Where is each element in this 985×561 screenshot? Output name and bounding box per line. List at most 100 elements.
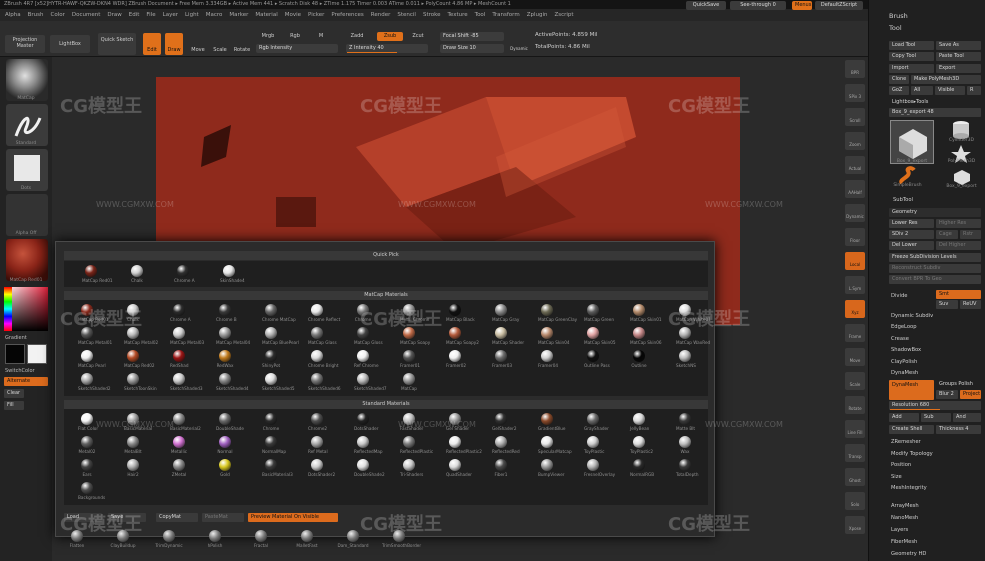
make-polymesh-button[interactable]: Make PolyMesh3D bbox=[911, 75, 981, 84]
material-cell[interactable]: GrayShader bbox=[584, 413, 609, 431]
higher-res-button[interactable]: Higher Res bbox=[936, 219, 981, 228]
material-cell[interactable]: MatCap Shader bbox=[492, 327, 524, 345]
material-cell[interactable]: DotsShader bbox=[354, 413, 378, 431]
material-cell[interactable]: RedShad bbox=[170, 350, 189, 368]
material-cell[interactable]: Tri-Shaders bbox=[400, 459, 423, 477]
brush-menu-title[interactable]: Brush bbox=[889, 12, 908, 21]
stroke-thumbnail[interactable] bbox=[6, 104, 48, 146]
menu-item-render[interactable]: Render bbox=[371, 12, 391, 18]
dynamesh-button[interactable]: DynaMesh bbox=[889, 380, 934, 400]
material-cell[interactable]: MatCap Red02 bbox=[124, 350, 155, 368]
material-cell[interactable]: MatCap Skin05 bbox=[584, 327, 616, 345]
material-cell[interactable]: Metal02 bbox=[78, 436, 96, 454]
clear-button[interactable]: Clear bbox=[4, 389, 24, 398]
geometry-hd-section[interactable]: Geometry HD bbox=[891, 550, 926, 559]
material-cell[interactable]: Gold bbox=[216, 459, 234, 477]
material-cell[interactable]: Hair2 bbox=[124, 459, 142, 477]
tool-button-floor[interactable]: Floor bbox=[845, 228, 865, 246]
scale-button[interactable]: Scale bbox=[211, 33, 229, 55]
shadowbox-section[interactable]: ShadowBox bbox=[891, 346, 921, 355]
material-cell[interactable]: Chrome2 bbox=[308, 413, 327, 431]
material-cell[interactable]: Chrome A bbox=[174, 265, 195, 283]
material-cell[interactable]: SpecularMatcap bbox=[538, 436, 572, 454]
fill-button[interactable]: Fill bbox=[4, 401, 24, 410]
edgeloop-section[interactable]: EdgeLoop bbox=[891, 323, 917, 332]
material-cell[interactable]: Chrome Bright bbox=[308, 350, 338, 368]
convert-bpr-button[interactable]: Convert BPR To Geo bbox=[889, 275, 981, 284]
menu-item-macro[interactable]: Macro bbox=[206, 12, 223, 18]
rgb-button[interactable]: Rgb bbox=[285, 32, 305, 41]
edit-button[interactable]: Edit bbox=[143, 33, 161, 55]
brush-slot[interactable]: MalletFast bbox=[290, 530, 324, 548]
zremesher-section[interactable]: ZRemesher bbox=[891, 438, 921, 447]
export-button[interactable]: Export bbox=[936, 64, 981, 73]
material-cell[interactable]: ReflectedPlastic bbox=[400, 436, 433, 454]
material-cell[interactable]: MatCap Red01 bbox=[82, 265, 113, 283]
brush-slot[interactable]: hPolish bbox=[198, 530, 232, 548]
tool-button-frame[interactable]: Frame bbox=[845, 324, 865, 342]
tool-button-spix-3[interactable]: SPix 3 bbox=[845, 84, 865, 102]
fibermesh-section[interactable]: FiberMesh bbox=[891, 538, 917, 547]
arraymesh-section[interactable]: ArrayMesh bbox=[891, 502, 919, 511]
tool-button-move[interactable]: Move bbox=[845, 348, 865, 366]
claypolish-section[interactable]: ClayPolish bbox=[891, 358, 917, 367]
material-cell[interactable]: MatCap Metal04 bbox=[216, 327, 250, 345]
tool-button-xyz[interactable]: Xyz bbox=[845, 300, 865, 318]
menu-item-texture[interactable]: Texture bbox=[448, 12, 468, 18]
zcut-button[interactable]: Zcut bbox=[408, 32, 428, 41]
material-cell[interactable]: ToyPlastic bbox=[584, 436, 604, 454]
reconstruct-subdiv-button[interactable]: Reconstruct Subdiv bbox=[889, 264, 981, 273]
material-cell[interactable]: Outline Pass bbox=[584, 350, 610, 368]
import-button[interactable]: Import bbox=[889, 64, 934, 73]
material-cell[interactable]: ShinyPot bbox=[262, 350, 280, 368]
and-button[interactable]: And bbox=[953, 413, 981, 422]
tool-button-l-sym[interactable]: L.Sym bbox=[845, 276, 865, 294]
material-cell[interactable]: MatCap Metal03 bbox=[170, 327, 204, 345]
hue-strip[interactable] bbox=[4, 287, 12, 331]
smt-toggle[interactable]: Smt bbox=[936, 290, 981, 299]
draw-button[interactable]: Draw bbox=[165, 33, 183, 55]
paste-tool-button[interactable]: Paste Tool bbox=[936, 52, 981, 61]
material-cell[interactable]: SkinShade4 bbox=[220, 265, 245, 283]
divide-button[interactable]: Divide bbox=[891, 292, 907, 301]
material-cell[interactable]: MatCap Skin04 bbox=[538, 327, 570, 345]
material-cell[interactable]: MatCap GreenClay bbox=[538, 304, 577, 322]
material-thumbnail[interactable] bbox=[6, 239, 48, 281]
cage-button[interactable]: Cage bbox=[936, 230, 958, 239]
menu-item-stencil[interactable]: Stencil bbox=[397, 12, 416, 18]
material-cell[interactable]: BumpViewer bbox=[538, 459, 565, 477]
tool-button-xpose[interactable]: Xpose bbox=[845, 516, 865, 534]
switch-color-button[interactable]: SwitchColor bbox=[5, 368, 35, 374]
material-cell[interactable]: SketchShaded6 bbox=[308, 373, 341, 391]
material-cell[interactable]: Chalk bbox=[128, 265, 146, 283]
material-cell[interactable]: Ref Metal bbox=[308, 436, 328, 454]
material-cell[interactable]: ZMetal bbox=[170, 459, 188, 477]
brush-thumbnail[interactable] bbox=[6, 59, 48, 101]
zsub-button[interactable]: Zsub bbox=[377, 32, 403, 41]
dynamesh-section[interactable]: DynaMesh bbox=[891, 369, 918, 378]
material-cell[interactable]: RedWax bbox=[216, 350, 234, 368]
material-cell[interactable]: MatCap bbox=[400, 373, 418, 391]
brush-slot[interactable]: TrimDynamic bbox=[152, 530, 186, 548]
position-section[interactable]: Position bbox=[891, 461, 911, 470]
menu-item-alpha[interactable]: Alpha bbox=[5, 12, 21, 18]
material-cell[interactable]: Framer01 bbox=[400, 350, 420, 368]
freeze-subdivision-button[interactable]: Freeze SubDivision Levels bbox=[889, 253, 981, 262]
subtool-section[interactable]: SubTool bbox=[893, 196, 913, 205]
tool-button-local[interactable]: Local bbox=[845, 252, 865, 270]
groups-polish[interactable]: Groups Polish bbox=[936, 380, 981, 389]
draw-size-slider[interactable]: Draw Size 10 bbox=[440, 44, 504, 53]
menu-item-color[interactable]: Color bbox=[51, 12, 65, 18]
material-cell[interactable]: SketchNS bbox=[676, 350, 696, 368]
tool-button-aahalf[interactable]: AAHalf bbox=[845, 180, 865, 198]
project-toggle[interactable]: Project bbox=[960, 390, 981, 399]
meshintegrity-section[interactable]: MeshIntegrity bbox=[891, 484, 927, 493]
menu-item-light[interactable]: Light bbox=[185, 12, 199, 18]
material-cell[interactable]: MatCap Skin06 bbox=[630, 327, 662, 345]
menu-item-movie[interactable]: Movie bbox=[285, 12, 301, 18]
quicksave-button[interactable]: QuickSave bbox=[686, 1, 726, 10]
copy-tool-button[interactable]: Copy Tool bbox=[889, 52, 934, 61]
suv-toggle[interactable]: Suv bbox=[936, 300, 958, 309]
material-cell[interactable]: MetalBlt bbox=[124, 436, 142, 454]
material-cell[interactable]: NormalRGB bbox=[630, 459, 654, 477]
